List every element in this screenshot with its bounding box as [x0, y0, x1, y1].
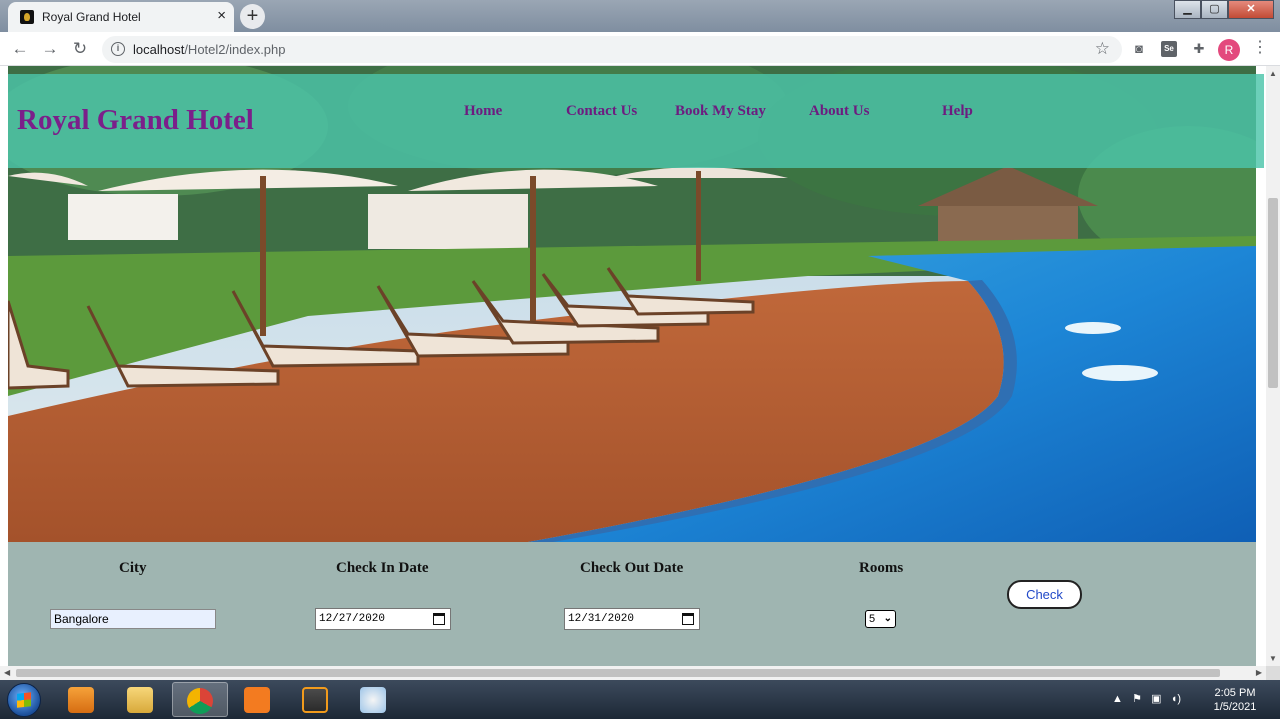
- city-label: City: [119, 560, 147, 576]
- clock-date: 1/5/2021: [1213, 701, 1257, 713]
- nav-about-us[interactable]: About Us: [809, 103, 869, 120]
- taskbar-media-player[interactable]: [54, 682, 110, 717]
- camera-extension-icon[interactable]: ◙: [1131, 41, 1147, 57]
- tab-close-icon[interactable]: ×: [217, 7, 226, 25]
- bookmark-star-icon[interactable]: ☆: [1095, 39, 1110, 59]
- address-bar[interactable]: i localhost/Hotel2/index.php ☆: [102, 36, 1122, 63]
- paint-palette-icon: [360, 687, 386, 713]
- checkin-date-input[interactable]: 12/27/2020: [315, 608, 451, 630]
- nav-book-my-stay[interactable]: Book My Stay: [675, 103, 766, 120]
- checkin-label: Check In Date: [336, 560, 429, 576]
- chrome-icon: [187, 688, 213, 714]
- site-header: Royal Grand Hotel Home Contact Us Book M…: [8, 74, 1264, 168]
- scrollbar-corner: [1266, 666, 1280, 680]
- volume-icon[interactable]: ◖): [1171, 693, 1181, 705]
- forward-arrow-icon[interactable]: →: [39, 38, 61, 60]
- brand-title[interactable]: Royal Grand Hotel: [17, 104, 254, 137]
- xampp-icon: [244, 687, 270, 713]
- horizontal-scrollbar[interactable]: ◀ ▶: [0, 666, 1266, 680]
- close-window-button[interactable]: ✕: [1228, 0, 1274, 19]
- checkout-date-value: 12/31/2020: [568, 613, 635, 625]
- browser-titlebar: Royal Grand Hotel × + ▁ ▢ ✕: [0, 0, 1280, 32]
- taskbar-xampp[interactable]: [230, 682, 286, 717]
- start-button[interactable]: [7, 683, 41, 717]
- window-controls: ▁ ▢ ✕: [1174, 0, 1274, 19]
- windows-taskbar: ▲ ⚑ ▣ ◖) 2:05 PM 1/5/2021: [0, 680, 1280, 719]
- scroll-down-arrow-icon[interactable]: ▼: [1269, 654, 1277, 663]
- horizontal-scroll-thumb[interactable]: [16, 669, 1220, 677]
- nav-home[interactable]: Home: [464, 103, 502, 120]
- calendar-icon[interactable]: [682, 613, 694, 625]
- sublime-text-icon: [302, 687, 328, 713]
- menu-dots-icon[interactable]: ⋮: [1252, 40, 1268, 56]
- folder-icon: [127, 687, 153, 713]
- browser-tab[interactable]: Royal Grand Hotel ×: [8, 2, 234, 32]
- taskbar-chrome[interactable]: [172, 682, 228, 717]
- reload-icon[interactable]: ↻: [69, 38, 91, 60]
- vertical-scrollbar[interactable]: ▲ ▼: [1266, 66, 1280, 666]
- clock-time: 2:05 PM: [1214, 687, 1256, 699]
- site-info-icon[interactable]: i: [111, 42, 125, 56]
- puzzle-extensions-icon[interactable]: ✚: [1191, 41, 1207, 57]
- taskbar-explorer[interactable]: [113, 682, 169, 717]
- profile-avatar[interactable]: R: [1218, 39, 1240, 61]
- city-input[interactable]: [50, 609, 216, 629]
- nav-contact-us[interactable]: Contact Us: [566, 103, 637, 120]
- check-button[interactable]: Check: [1007, 580, 1082, 609]
- calendar-icon[interactable]: [433, 613, 445, 625]
- taskbar-clock[interactable]: 2:05 PM 1/5/2021: [1205, 686, 1265, 714]
- show-hidden-icons-arrow-icon[interactable]: ▲: [1112, 693, 1123, 705]
- url-text[interactable]: localhost/Hotel2/index.php: [133, 42, 286, 57]
- url-path: /Hotel2/index.php: [184, 42, 286, 57]
- vertical-scroll-thumb[interactable]: [1268, 198, 1278, 388]
- tab-title: Royal Grand Hotel: [42, 10, 141, 24]
- rooms-select[interactable]: 5 ⌄: [865, 610, 896, 628]
- rooms-select-value: 5: [869, 613, 876, 625]
- system-tray: ▲ ⚑ ▣ ◖): [1112, 692, 1181, 705]
- action-center-flag-icon[interactable]: ⚑: [1132, 693, 1142, 705]
- selenium-extension-icon[interactable]: Se: [1161, 41, 1177, 57]
- maximize-button[interactable]: ▢: [1201, 0, 1228, 19]
- scroll-left-arrow-icon[interactable]: ◀: [4, 668, 10, 677]
- chevron-down-icon: ⌄: [883, 613, 892, 624]
- minimize-button[interactable]: ▁: [1174, 0, 1201, 19]
- scroll-right-arrow-icon[interactable]: ▶: [1256, 668, 1262, 677]
- checkin-date-value: 12/27/2020: [319, 613, 386, 625]
- taskbar-sublime[interactable]: [288, 682, 344, 717]
- checkout-label: Check Out Date: [580, 560, 684, 576]
- network-icon[interactable]: ▣: [1151, 693, 1161, 705]
- browser-toolbar: ← → ↻ i localhost/Hotel2/index.php ☆ ◙ S…: [0, 32, 1280, 66]
- new-tab-button[interactable]: +: [240, 4, 265, 29]
- media-player-icon: [68, 687, 94, 713]
- hotel-favicon-icon: [20, 10, 34, 24]
- checkout-date-input[interactable]: 12/31/2020: [564, 608, 700, 630]
- page-viewport: Royal Grand Hotel Home Contact Us Book M…: [0, 66, 1266, 666]
- scroll-up-arrow-icon[interactable]: ▲: [1269, 69, 1277, 78]
- back-arrow-icon[interactable]: ←: [9, 38, 31, 60]
- booking-search-bar: City Check In Date Check Out Date Rooms …: [8, 542, 1256, 666]
- rooms-label: Rooms: [859, 560, 904, 576]
- nav-help[interactable]: Help: [942, 103, 973, 120]
- taskbar-paint[interactable]: [346, 682, 402, 717]
- url-host: localhost: [133, 42, 185, 57]
